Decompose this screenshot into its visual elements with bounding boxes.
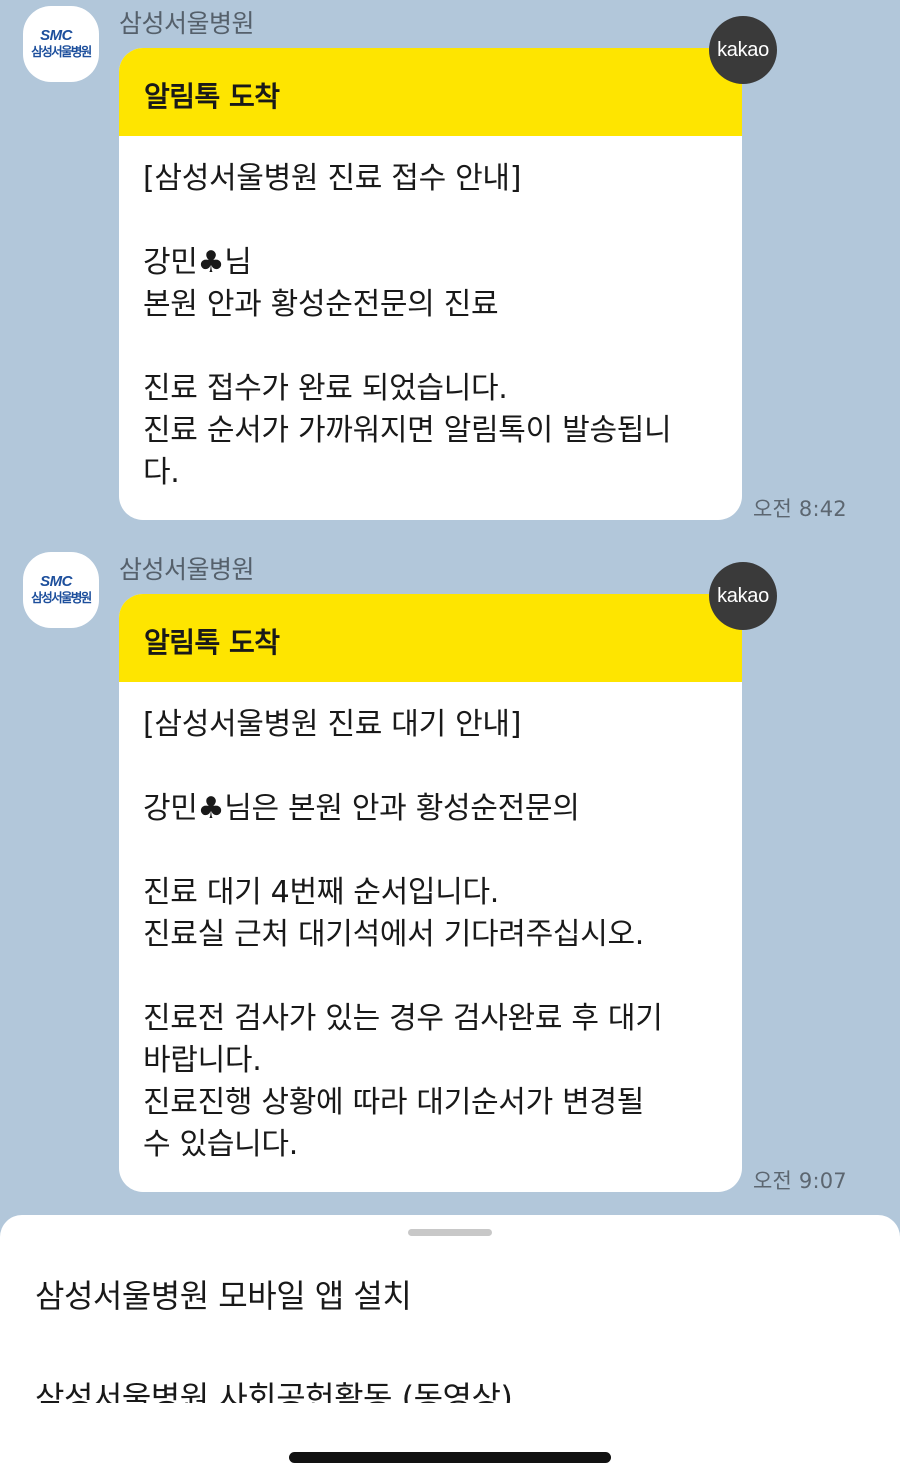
sender-name: 삼성서울병원 [119, 9, 255, 38]
message-time: 오전 8:42 [753, 497, 847, 521]
bubble-body: [삼성서울병원 진료 접수 안내] 강민♣님 본원 안과 황성순전문의 진료 진… [143, 161, 672, 490]
bubble-header: 알림톡 도착 [119, 594, 742, 682]
bottom-sheet: 삼성서울병원 모바일 앱 설치 삼성서울병원 사회공헌활동 (동영상) [0, 1215, 900, 1483]
message-time: 오전 9:07 [753, 1169, 847, 1193]
avatar-hospital-name: 삼성서울병원 [31, 590, 92, 605]
sheet-item-app-install[interactable]: 삼성서울병원 모바일 앱 설치 [35, 1271, 412, 1317]
bubble-body: [삼성서울병원 진료 대기 안내] 강민♣님은 본원 안과 황성순전문의 진료 … [143, 707, 663, 1162]
kakao-badge-icon: kakao [709, 16, 777, 84]
sender-avatar[interactable]: SMC 삼성서울병원 [23, 6, 99, 82]
kakao-badge-icon: kakao [709, 562, 777, 630]
sheet-clip [0, 1403, 900, 1483]
bubble-header: 알림톡 도착 [119, 48, 742, 136]
smc-logo: SMC [40, 27, 72, 44]
sheet-drag-handle[interactable] [408, 1229, 492, 1236]
sender-avatar[interactable]: SMC 삼성서울병원 [23, 552, 99, 628]
home-indicator[interactable] [289, 1452, 611, 1463]
message-bubble[interactable]: 알림톡 도착 [삼성서울병원 진료 접수 안내] 강민♣님 본원 안과 황성순전… [119, 48, 742, 520]
message-bubble[interactable]: 알림톡 도착 [삼성서울병원 진료 대기 안내] 강민♣님은 본원 안과 황성순… [119, 594, 742, 1192]
chat-area[interactable]: SMC 삼성서울병원 삼성서울병원 kakao 알림톡 도착 [삼성서울병원 진… [0, 0, 900, 1215]
avatar-hospital-name: 삼성서울병원 [31, 44, 92, 59]
smc-logo: SMC [40, 573, 72, 590]
sender-name: 삼성서울병원 [119, 555, 255, 584]
